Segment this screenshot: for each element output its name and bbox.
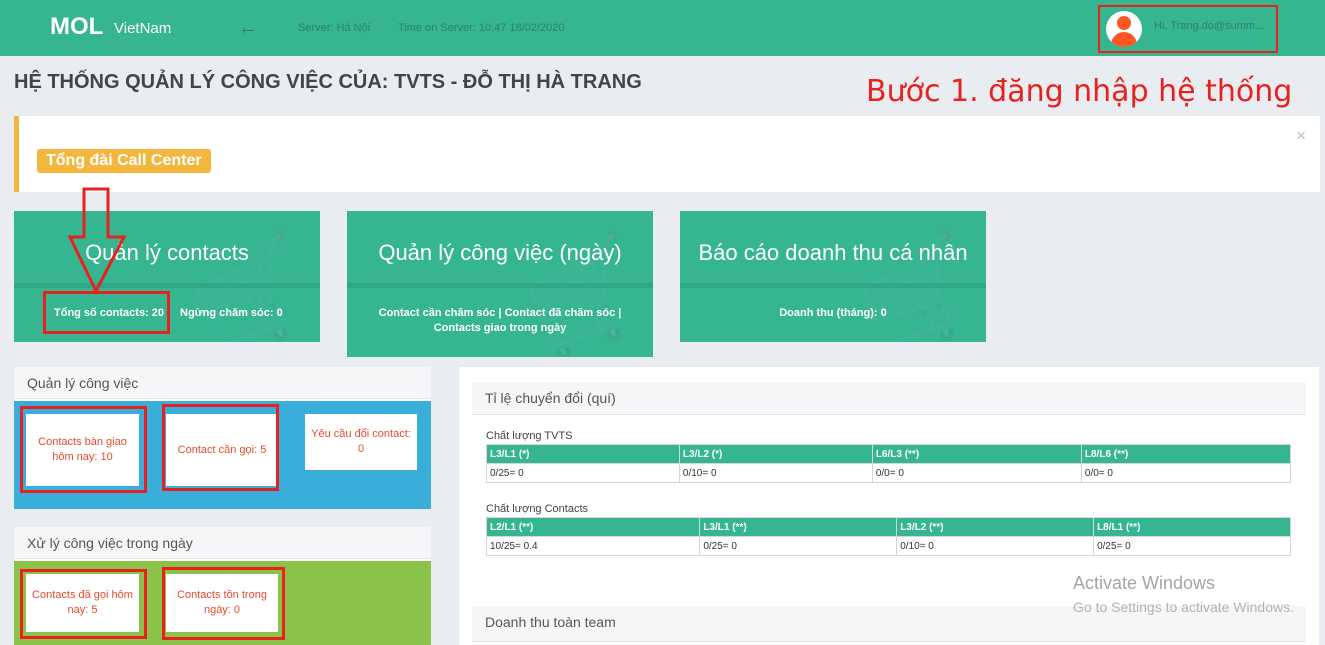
contacts-quality-label: Chất lượng Contacts <box>486 503 589 515</box>
call-center-button[interactable]: Tổng đài Call Center <box>37 149 211 173</box>
table-cell: 0/0= 0 <box>1080 463 1292 483</box>
card-revenue-title[interactable]: Báo cáo doanh thu cá nhân <box>680 240 986 266</box>
table-header: L3/L2 (**) <box>896 517 1095 537</box>
table-header: L2/L1 (**) <box>485 517 701 537</box>
table-header: L3/L1 (**) <box>699 517 898 537</box>
activate-windows-title: Activate Windows <box>1073 573 1216 593</box>
tile-highlight-2 <box>162 404 279 491</box>
step-annotation: Bước 1. đăng nhập hệ thống <box>866 74 1293 109</box>
table-cell: 0/10= 0 <box>896 536 1095 556</box>
table-cell: 0/25= 0 <box>486 463 680 483</box>
table-cell: 0/25= 0 <box>1093 536 1291 556</box>
card-work[interactable]: 🛒 Quản lý công việc (ngày) Contact cần c… <box>347 211 653 357</box>
avatar-icon[interactable] <box>1106 11 1142 47</box>
card-work-title[interactable]: Quản lý công việc (ngày) <box>347 240 653 266</box>
card-contacts-title[interactable]: Quản lý contacts <box>14 240 320 266</box>
tvts-quality-label: Chất lượng TVTS <box>486 430 573 442</box>
logo[interactable]: MOL <box>50 13 103 41</box>
tile-change-request[interactable]: Yêu cầu đổi contact: 0 <box>305 414 417 470</box>
card-revenue[interactable]: 🛒 Báo cáo doanh thu cá nhân Doanh thu (t… <box>680 211 986 342</box>
annotation-arrow <box>68 187 127 295</box>
close-icon[interactable]: × <box>1296 126 1306 146</box>
table-header: L3/L1 (*) <box>486 444 680 464</box>
table-header: L8/L6 (**) <box>1080 444 1292 464</box>
table-header: L6/L3 (**) <box>871 444 1082 464</box>
user-greeting[interactable]: Hi, Trang.do@summ... <box>1154 20 1264 32</box>
table-header: L8/L1 (**) <box>1093 517 1291 537</box>
table-header: L3/L2 (*) <box>678 444 873 464</box>
tile-highlight-4 <box>162 567 285 640</box>
logo-subtitle: VietNam <box>114 20 172 37</box>
table-cell: 0/0= 0 <box>871 463 1082 483</box>
card-work-links[interactable]: Contact cần chăm sóc | Contact đã chăm s… <box>347 306 653 321</box>
activate-windows-subtitle: Go to Settings to activate Windows. <box>1073 599 1294 615</box>
work-panel-title: Quản lý công việc <box>14 367 431 399</box>
tile-highlight-3 <box>20 569 147 639</box>
top-navbar: MOL VietNam ← Server: Hà Nội Time on Ser… <box>0 0 1325 56</box>
server-time: Time on Server: 10:47 18/02/2020 <box>398 22 565 34</box>
contacts-quality-table: L2/L1 (**) L3/L1 (**) L3/L2 (**) L8/L1 (… <box>485 517 1291 556</box>
daily-panel-title: Xử lý công việc trong ngày <box>14 527 431 559</box>
tile-highlight-1 <box>20 406 147 493</box>
total-contacts-highlight <box>43 291 170 334</box>
user-menu[interactable]: Hi, Trang.do@summ... <box>1098 5 1278 53</box>
conversion-title: Tỉ lệ chuyển đổi (quí) <box>472 382 1306 415</box>
back-arrow-icon[interactable]: ← <box>238 17 258 40</box>
table-cell: 0/25= 0 <box>699 536 898 556</box>
stopped-care-link[interactable]: Ngừng chăm sóc: 0 <box>180 306 283 321</box>
server-label: Server: Hà Nội <box>298 22 371 34</box>
tvts-quality-table: L3/L1 (*) L3/L2 (*) L6/L3 (**) L8/L6 (**… <box>486 444 1292 483</box>
monthly-revenue-link[interactable]: Doanh thu (tháng): 0 <box>680 306 986 321</box>
card-work-daily-link[interactable]: Contacts giao trong ngày <box>347 321 653 336</box>
call-center-alert: Tổng đài Call Center × <box>14 116 1320 192</box>
table-cell: 0/10= 0 <box>678 463 873 483</box>
page-title: HỆ THỐNG QUẢN LÝ CÔNG VIỆC CỦA: TVTS - Đ… <box>14 71 642 93</box>
table-cell: 10/25= 0.4 <box>485 536 701 556</box>
